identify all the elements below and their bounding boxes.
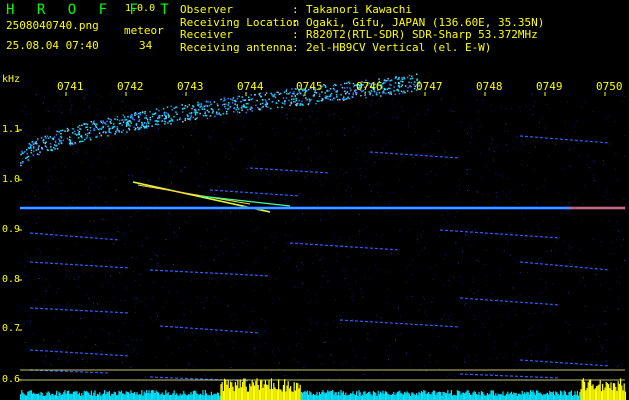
observer-row: Observer : Takanori Kawachi — [180, 3, 544, 17]
noise-layer — [20, 92, 626, 383]
date-time: 25.08.04 07:40 — [6, 39, 99, 52]
observer-sep: : — [292, 3, 299, 16]
antenna-key: Receiving antenna — [180, 40, 293, 54]
footer-histogram — [20, 378, 626, 400]
antenna-value: 2el-HB9CV Vertical (el. E-W) — [306, 40, 492, 54]
receiver-key: Receiver — [180, 28, 233, 41]
file-name: 2508040740.png — [6, 19, 99, 32]
freq-tick-0.6: 0.6 — [2, 374, 21, 385]
spectrogram — [18, 73, 626, 400]
time-tick-0742: 0742 — [117, 80, 144, 93]
meteor-count: 34 — [139, 39, 153, 52]
freq-gridticks — [18, 129, 22, 381]
freq-tick-0.8: 0.8 — [2, 274, 21, 285]
drift-lines — [29, 135, 611, 382]
freq-tick-1.0: 1.0 — [2, 174, 21, 185]
time-tick-0748: 0748 — [476, 80, 503, 93]
observer-key: Observer — [180, 3, 233, 16]
time-tick-0743: 0743 — [177, 80, 204, 93]
observer-value: Takanori Kawachi — [306, 3, 412, 16]
freq-unit-label: kHz — [2, 74, 21, 85]
time-tick-0747: 0747 — [416, 80, 443, 93]
freq-tick-0.7: 0.7 — [2, 323, 21, 334]
antenna-sep: : — [292, 40, 299, 54]
meteor-label: meteor — [124, 24, 164, 37]
time-tick-0749: 0749 — [536, 80, 563, 93]
time-tick-0745: 0745 — [296, 80, 323, 93]
time-tick-0746: 0746 — [356, 80, 383, 93]
freq-tick-1.1: 1.1 — [2, 124, 21, 135]
time-tick-0744: 0744 — [237, 80, 264, 93]
receiver-value: R820T2(RTL-SDR) SDR-Sharp 53.372MHz — [306, 28, 538, 41]
receiver-row: Receiver : R820T2(RTL-SDR) SDR-Sharp 53.… — [180, 28, 544, 42]
time-tick-0741: 0741 — [57, 80, 84, 93]
station-info: Observer : Takanori Kawachi Receiving Lo… — [180, 3, 544, 55]
freq-tick-0.9: 0.9 — [2, 224, 21, 235]
receiver-sep: : — [292, 28, 299, 41]
antenna-row: Receiving antenna : 2el-HB9CV Vertical (… — [180, 40, 544, 55]
app-version: 1.0.0 — [125, 3, 156, 14]
time-tick-0750: 0750 — [596, 80, 623, 93]
